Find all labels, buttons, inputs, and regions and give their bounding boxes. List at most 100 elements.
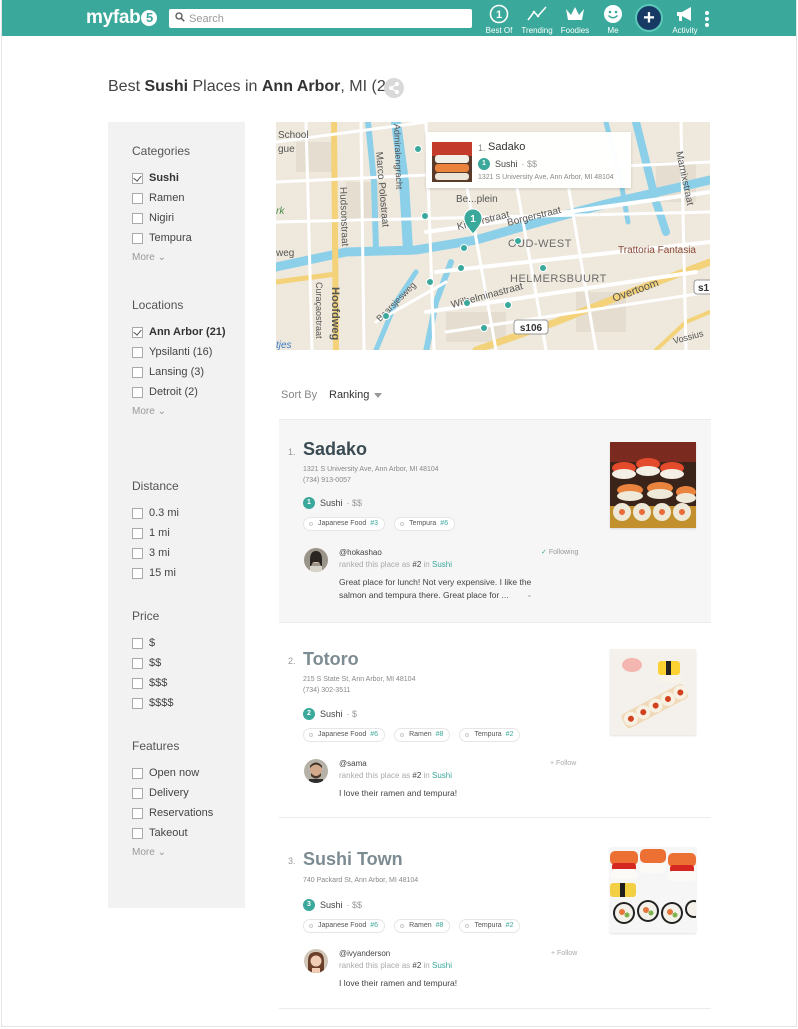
filter-feature-reservations[interactable]: Reservations <box>132 807 213 819</box>
checkbox[interactable] <box>132 232 143 244</box>
filter-feature-takeout[interactable]: Takeout <box>132 827 188 839</box>
filter-location-ann-arbor[interactable]: Ann Arbor (21) <box>132 326 226 338</box>
checkbox[interactable] <box>132 807 143 819</box>
sort-dropdown[interactable]: Ranking <box>329 389 369 401</box>
tag-chip[interactable]: Ramen #8 <box>394 728 451 742</box>
tag-chip[interactable]: Ramen #8 <box>394 919 451 933</box>
tag-rank: #3 <box>370 520 379 527</box>
checkbox[interactable] <box>132 657 143 669</box>
filter-location-ypsilanti[interactable]: Ypsilanti (16) <box>132 346 212 358</box>
tag-chip[interactable]: Tempura #2 <box>459 728 521 742</box>
filter-price-2[interactable]: $$ <box>132 657 161 669</box>
reviewer-avatar[interactable] <box>304 949 328 973</box>
map-popup-card[interactable]: 1. Sadako 1 Sushi · $$ 1321 S University A… <box>426 132 631 188</box>
tag-chip[interactable]: Japanese Food #6 <box>303 728 386 742</box>
more-label: More <box>132 847 155 858</box>
myfab5-logo[interactable]: myfab 5 <box>86 7 158 29</box>
reviewer-username[interactable]: @ivyanderson <box>339 949 390 958</box>
share-button[interactable] <box>384 78 404 98</box>
tag-chip[interactable]: Japanese Food #3 <box>303 517 386 531</box>
filter-location-detroit[interactable]: Detroit (2) <box>132 386 198 398</box>
reviewer-avatar[interactable] <box>304 759 328 783</box>
results-map[interactable]: School gue rk weg tjes Admiralengracht M… <box>276 122 710 350</box>
listing-card[interactable]: 1. Sadako 1321 S University Ave, Ann Arb… <box>279 420 711 622</box>
caret-down-icon[interactable] <box>374 393 382 398</box>
filter-distance-3[interactable]: 3 mi <box>132 547 170 559</box>
filter-category-sushi[interactable]: Sushi <box>132 172 179 184</box>
checkbox-checked[interactable] <box>132 172 143 184</box>
follow-button[interactable]: + Follow <box>551 950 577 957</box>
filter-feature-open-now[interactable]: Open now <box>132 767 199 779</box>
checkbox[interactable] <box>132 697 143 709</box>
listing-photo[interactable] <box>610 442 696 528</box>
checkbox[interactable] <box>132 527 143 539</box>
listing-category: 2 Sushi · $ <box>303 708 357 720</box>
checkbox[interactable] <box>132 827 143 839</box>
sushi-photo <box>610 649 696 735</box>
nav-activity[interactable]: Activity <box>663 4 707 35</box>
filter-feature-delivery[interactable]: Delivery <box>132 787 189 799</box>
chevron-down-icon: ⌄ <box>157 252 166 263</box>
features-more-link[interactable]: More ⌄ <box>132 847 166 858</box>
tag-dot-icon <box>309 924 313 928</box>
review-meta: ranked this place as #2 in Sushi <box>339 771 452 780</box>
search-box[interactable] <box>169 9 472 28</box>
checkbox[interactable] <box>132 346 143 358</box>
checkbox[interactable] <box>132 787 143 799</box>
add-place-button[interactable]: + <box>635 4 663 32</box>
listing-name[interactable]: Sadako <box>303 439 367 460</box>
more-menu-icon[interactable] <box>705 11 711 27</box>
checkbox[interactable] <box>132 192 143 204</box>
filter-label: $$$ <box>149 677 168 689</box>
checkbox[interactable] <box>132 637 143 649</box>
filter-category-ramen[interactable]: Ramen <box>132 192 184 204</box>
reviewer-username[interactable]: @sama <box>339 759 367 768</box>
review-text: I love their ramen and tempura! <box>339 978 458 988</box>
nav-me[interactable]: Me <box>591 4 635 35</box>
page-title: Best Sushi Places in Ann Arbor, MI (21) <box>108 78 400 96</box>
tag-chip[interactable]: Japanese Food #6 <box>303 919 386 933</box>
filter-category-tempura[interactable]: Tempura <box>132 232 192 244</box>
tag-rank: #8 <box>435 922 444 929</box>
filter-category-nigiri[interactable]: Nigiri <box>132 212 174 224</box>
checkbox[interactable] <box>132 677 143 689</box>
categories-more-link[interactable]: More ⌄ <box>132 252 166 263</box>
search-input[interactable] <box>189 9 464 28</box>
listing-photo[interactable] <box>610 847 696 933</box>
filter-price-4[interactable]: $$$$ <box>132 697 173 709</box>
listing-name[interactable]: Sushi Town <box>303 849 403 870</box>
follow-button[interactable]: + Follow <box>550 760 576 767</box>
filter-distance-0-3[interactable]: 0.3 mi <box>132 507 179 519</box>
reviewer-username[interactable]: @hokashao <box>339 548 382 557</box>
checkbox[interactable] <box>132 767 143 779</box>
listing-card[interactable]: 2. Totoro 215 S State St, Ann Arbor, MI … <box>279 628 711 816</box>
map-card-name[interactable]: Sadako <box>488 141 525 153</box>
following-button[interactable]: ✓ Following <box>541 548 578 556</box>
reviewer-avatar[interactable] <box>304 548 328 572</box>
filter-label: Takeout <box>149 827 188 839</box>
expand-chevron-icon[interactable]: ⌄ <box>526 590 533 599</box>
smiley-icon <box>604 5 622 23</box>
checkbox-checked[interactable] <box>132 326 143 338</box>
follow-label: Following <box>548 549 579 556</box>
listing-photo[interactable] <box>610 649 696 735</box>
checkbox[interactable] <box>132 212 143 224</box>
tag-rank: #2 <box>505 922 514 929</box>
filter-price-3[interactable]: $$$ <box>132 677 167 689</box>
meta-in: in <box>423 961 430 970</box>
filter-distance-1[interactable]: 1 mi <box>132 527 170 539</box>
checkbox[interactable] <box>132 507 143 519</box>
sort-by-label: Sort By <box>281 389 318 401</box>
filter-distance-15[interactable]: 15 mi <box>132 567 176 579</box>
checkbox[interactable] <box>132 366 143 378</box>
listing-card[interactable]: 3. Sushi Town 740 Packard St, Ann Arbor,… <box>279 828 711 1008</box>
checkbox[interactable] <box>132 547 143 559</box>
checkbox[interactable] <box>132 386 143 398</box>
listing-name[interactable]: Totoro <box>303 649 359 670</box>
checkbox[interactable] <box>132 567 143 579</box>
filter-price-1[interactable]: $ <box>132 637 155 649</box>
filter-location-lansing[interactable]: Lansing (3) <box>132 366 204 378</box>
locations-more-link[interactable]: More ⌄ <box>132 406 166 417</box>
tag-chip[interactable]: Tempura #6 <box>394 517 456 531</box>
tag-chip[interactable]: Tempura #2 <box>459 919 521 933</box>
